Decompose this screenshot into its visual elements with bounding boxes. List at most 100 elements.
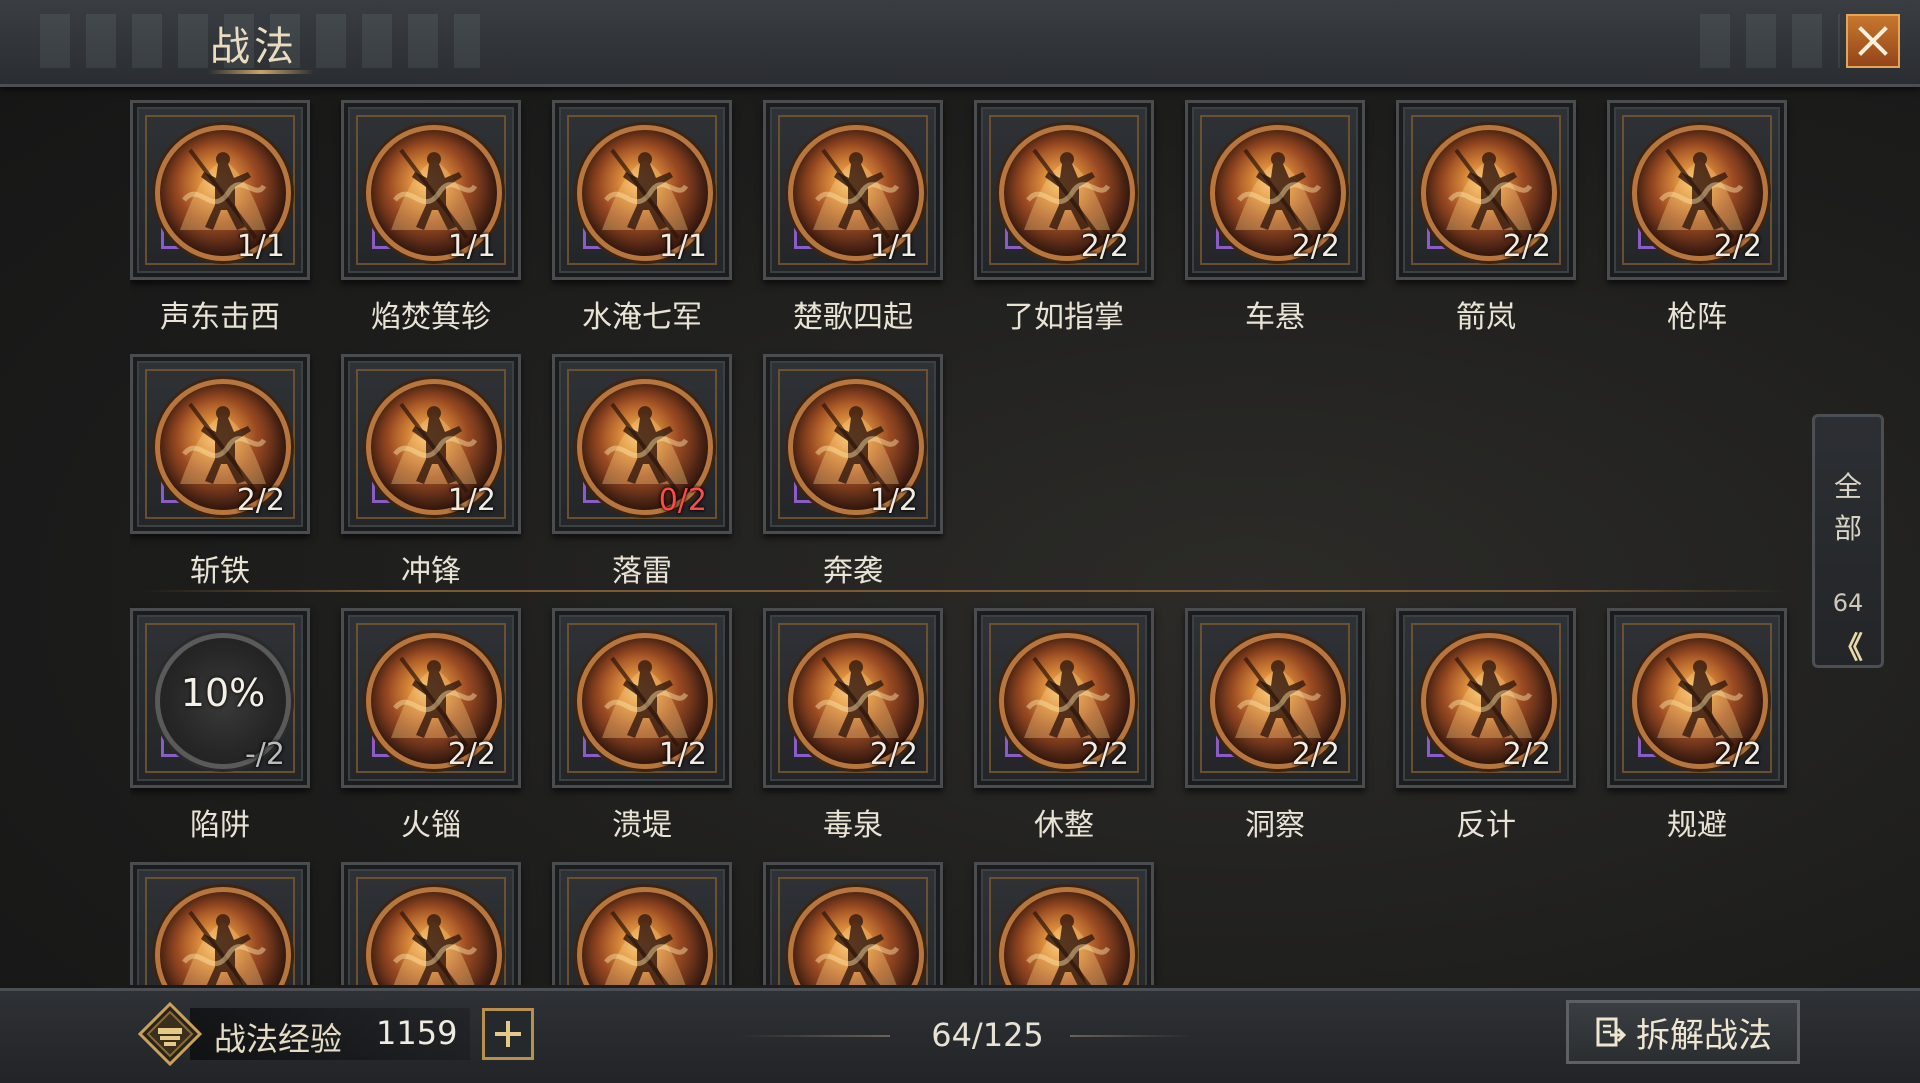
skill-count-total: 2 [1531, 229, 1551, 264]
skill-card[interactable] [974, 862, 1154, 985]
skill-frame: 2/2 [1396, 100, 1576, 280]
skill-card[interactable] [763, 862, 943, 985]
skill-count: 0/2 [659, 483, 707, 518]
skill-card[interactable]: 2/2 枪阵 [1607, 100, 1787, 345]
skill-card[interactable]: 1/1 焰焚箕轸 [341, 100, 521, 345]
skill-name: 陷阱 [190, 808, 250, 843]
skill-count: 2/2 [1081, 737, 1129, 772]
skill-count: 2/2 [1292, 737, 1340, 772]
skill-card[interactable]: 1/1 声东击西 [130, 100, 310, 345]
skill-card[interactable]: 2/2 车悬 [1185, 100, 1365, 345]
skill-frame: 1/1 [552, 100, 732, 280]
skill-frame: 10% -/2 [130, 608, 310, 788]
skill-count-separator: / [677, 229, 688, 264]
skill-frame: 1/2 [341, 354, 521, 534]
skill-count-separator: / [1521, 737, 1532, 772]
skill-count-have: 2 [1080, 229, 1100, 264]
disassemble-button[interactable]: 拆解战法 [1566, 1000, 1800, 1064]
skill-card[interactable]: 2/2 规避 [1607, 608, 1787, 853]
skill-card[interactable]: 1/2 冲锋 [341, 354, 521, 599]
skill-grid: ︿︿ ﹀﹀ 1/1声东击西1/1焰焚箕轸1/1水淹七军1/1楚歌四起2/2了如指… [130, 100, 1802, 985]
close-button[interactable] [1846, 14, 1900, 68]
warrior-emblem-icon [182, 910, 267, 985]
skill-card[interactable]: 1/2 溃堤 [552, 608, 732, 853]
skill-count-separator: / [888, 229, 899, 264]
skill-count: 2/2 [1081, 229, 1129, 264]
skill-count-have: 1 [447, 229, 467, 264]
skill-frame: 2/2 [1185, 608, 1365, 788]
skill-count: 1/2 [448, 483, 496, 518]
skill-frame: 0/2 [552, 354, 732, 534]
skill-count: 1/1 [237, 229, 285, 264]
skill-count: 2/2 [870, 737, 918, 772]
skill-card[interactable] [552, 862, 732, 985]
skill-count-total: 2 [265, 737, 285, 772]
skill-count-have: 1 [869, 483, 889, 518]
skill-card[interactable]: 2/2 火锱 [341, 608, 521, 853]
skill-count-have: 2 [447, 737, 467, 772]
disassemble-icon [1596, 1017, 1627, 1047]
skill-card[interactable]: 1/1 楚歌四起 [763, 100, 943, 345]
chevron-left-icon: 《 [1833, 631, 1863, 666]
skill-count-total: 2 [1320, 229, 1340, 264]
title-underline [208, 70, 314, 74]
skill-count: 2/2 [1503, 229, 1551, 264]
exp-badge-icon [138, 1002, 202, 1066]
skill-count-total: 2 [898, 483, 918, 518]
filter-tab-label-1: 全 [1833, 470, 1862, 503]
skill-count-have: 1 [236, 229, 256, 264]
skill-card[interactable]: 2/2 斩铁 [130, 354, 310, 599]
unlock-progress: 10% [180, 671, 266, 715]
plus-icon [495, 1021, 521, 1047]
skill-card[interactable]: 10% -/2 陷阱 [130, 608, 310, 853]
skill-count: 2/2 [1714, 229, 1762, 264]
filter-tab-all[interactable]: 全 部 64 《 [1812, 414, 1884, 668]
skill-name: 了如指掌 [1004, 300, 1124, 335]
warrior-emblem-icon [815, 910, 900, 985]
skill-icon [999, 887, 1135, 985]
skill-count-separator: / [1732, 229, 1743, 264]
add-exp-button[interactable] [482, 1008, 534, 1060]
skill-count: 2/2 [448, 737, 496, 772]
title-bar-pattern-right [1700, 14, 1840, 68]
skill-count-have: 2 [236, 483, 256, 518]
skill-count-separator: / [888, 483, 899, 518]
skill-capacity: 64/125 [931, 1016, 1044, 1054]
capacity-line-right [1070, 1035, 1190, 1037]
skill-count-separator: / [1521, 229, 1532, 264]
skill-name: 声东击西 [160, 300, 280, 335]
skill-frame: 2/2 [763, 608, 943, 788]
skill-count-separator: / [255, 737, 266, 772]
skill-count: 1/2 [870, 483, 918, 518]
skill-card[interactable]: 2/2 洞察 [1185, 608, 1365, 853]
skill-card[interactable]: 2/2 毒泉 [763, 608, 943, 853]
page-title: 战法 [210, 24, 298, 70]
skill-card[interactable]: 0/2 落雷 [552, 354, 732, 599]
skill-card[interactable]: 2/2 了如指掌 [974, 100, 1154, 345]
skill-count-total: 2 [687, 483, 707, 518]
skill-name: 毒泉 [823, 808, 883, 843]
skill-name: 火锱 [401, 808, 461, 843]
skill-count-total: 2 [1531, 737, 1551, 772]
skill-count-separator: / [1310, 229, 1321, 264]
skill-count-total: 2 [1320, 737, 1340, 772]
skill-count-total: 2 [1109, 229, 1129, 264]
skill-card[interactable]: 2/2 反计 [1396, 608, 1576, 853]
skill-card[interactable]: 1/2 奔袭 [763, 354, 943, 599]
skill-count-have: 1 [447, 483, 467, 518]
skill-name: 奔袭 [823, 554, 883, 589]
skill-count-separator: / [1099, 737, 1110, 772]
skill-card[interactable]: 2/2 休整 [974, 608, 1154, 853]
warrior-emblem-icon [1026, 910, 1111, 985]
warrior-emblem-icon [604, 910, 689, 985]
skill-count: 2/2 [1503, 737, 1551, 772]
skill-card[interactable]: 2/2 箭岚 [1396, 100, 1576, 345]
skill-count-have: 2 [1502, 229, 1522, 264]
skill-count-have: 0 [658, 483, 678, 518]
skill-card[interactable]: 1/1 水淹七军 [552, 100, 732, 345]
skill-count-total: 1 [687, 229, 707, 264]
skill-card[interactable] [341, 862, 521, 985]
skill-count: 1/1 [448, 229, 496, 264]
skill-card[interactable] [130, 862, 310, 985]
skill-count: 1/1 [659, 229, 707, 264]
